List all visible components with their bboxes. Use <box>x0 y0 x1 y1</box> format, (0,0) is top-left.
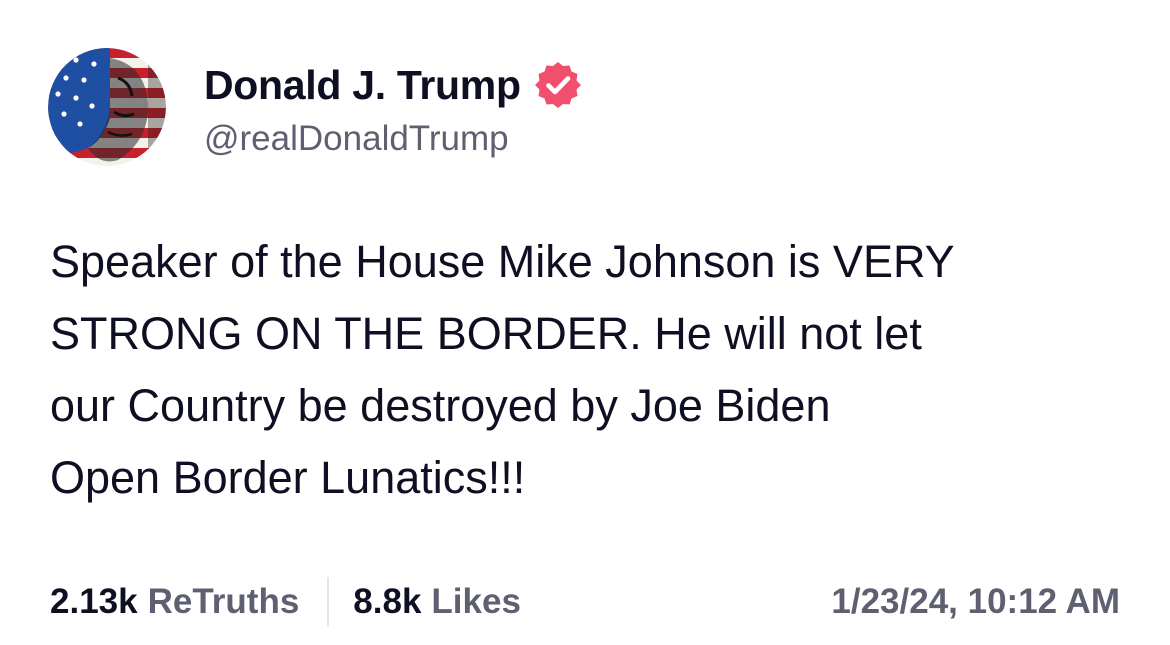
avatar[interactable] <box>48 48 166 166</box>
post-header: Donald J. Trump @realDonaldTrump <box>48 46 583 168</box>
likes-label: Likes <box>431 582 521 621</box>
retruths-count: 2.13k <box>50 582 138 621</box>
author-name-row: Donald J. Trump <box>204 55 583 115</box>
post-text-line: Speaker of the House Mike Johnson is VER… <box>50 236 955 287</box>
post-text: Speaker of the House Mike Johnson is VER… <box>50 226 1130 514</box>
truth-post: Donald J. Trump @realDonaldTrump Speaker… <box>0 0 1170 645</box>
post-text-line: STRONG ON THE BORDER. He will not let <box>50 308 922 359</box>
likes-count: 8.8k <box>353 582 422 621</box>
author-display-name[interactable]: Donald J. Trump <box>204 62 521 109</box>
likes-stat[interactable]: 8.8k Likes <box>353 582 521 622</box>
post-text-line: our Country be destroyed by Joe Biden <box>50 380 831 431</box>
verified-badge-icon <box>533 60 583 110</box>
author-handle[interactable]: @realDonaldTrump <box>204 119 583 159</box>
stats-divider <box>327 577 330 627</box>
post-text-line: Open Border Lunatics!!! <box>50 452 526 503</box>
retruths-stat[interactable]: 2.13k ReTruths <box>50 582 299 622</box>
retruths-label: ReTruths <box>147 582 300 621</box>
author-identity: Donald J. Trump @realDonaldTrump <box>204 55 583 159</box>
avatar-image <box>48 48 166 166</box>
post-footer: 2.13k ReTruths 8.8k Likes 1/23/24, 10:12… <box>50 574 1120 630</box>
post-timestamp[interactable]: 1/23/24, 10:12 AM <box>831 582 1120 622</box>
